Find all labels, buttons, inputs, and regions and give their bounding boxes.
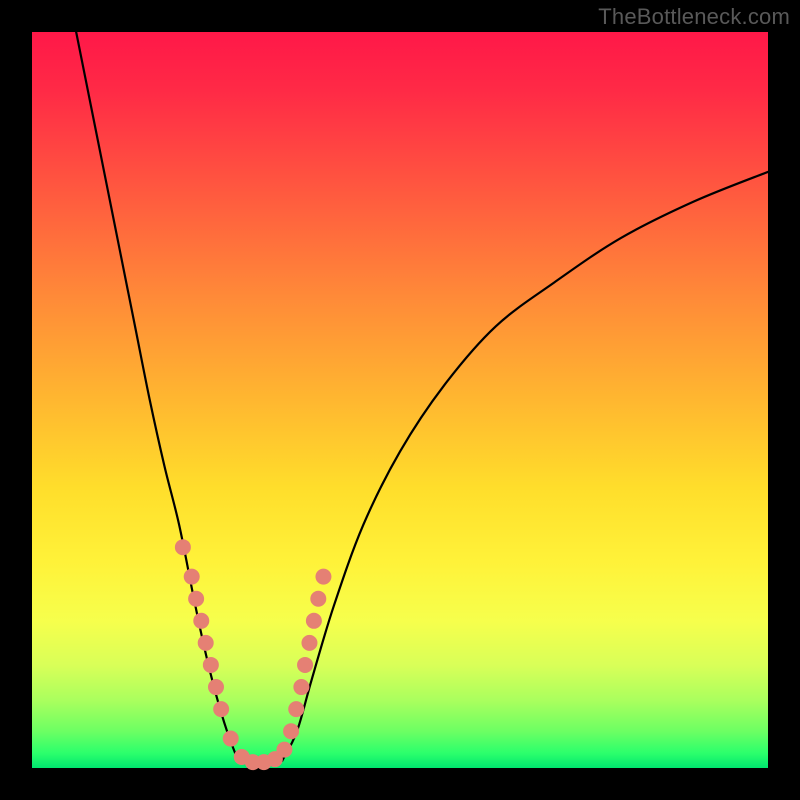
highlight-dot: [311, 591, 326, 606]
chart-container: TheBottleneck.com: [0, 0, 800, 800]
highlight-dot: [189, 591, 204, 606]
highlight-dot: [294, 680, 309, 695]
curve-right: [282, 172, 768, 761]
highlight-dot: [184, 569, 199, 584]
highlight-dot: [289, 702, 304, 717]
highlight-dot: [306, 613, 321, 628]
highlight-dot: [198, 635, 213, 650]
highlight-dot: [277, 742, 292, 757]
bottleneck-curve: [32, 32, 768, 768]
curve-left: [76, 32, 238, 761]
highlight-dot: [175, 540, 190, 555]
highlight-dots: [175, 540, 331, 770]
curve-path-group: [76, 32, 768, 765]
highlight-dot: [302, 635, 317, 650]
watermark-text: TheBottleneck.com: [598, 4, 790, 30]
highlight-dot: [209, 680, 224, 695]
highlight-dot: [223, 731, 238, 746]
highlight-dot: [214, 702, 229, 717]
plot-area: [32, 32, 768, 768]
highlight-dot: [284, 724, 299, 739]
highlight-dot: [316, 569, 331, 584]
highlight-dot: [203, 657, 218, 672]
highlight-dot: [194, 613, 209, 628]
highlight-dot: [298, 657, 313, 672]
